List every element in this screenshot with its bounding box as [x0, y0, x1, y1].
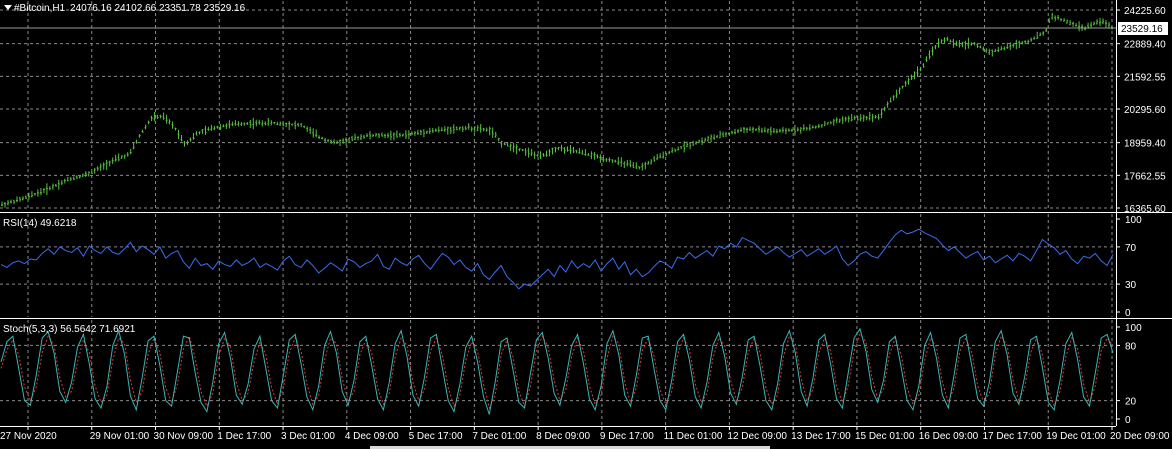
- osc-tick-label: 20: [1125, 397, 1137, 408]
- time-tick-label: 5 Dec 17:00: [409, 431, 463, 442]
- time-tick-label: 11 Dec 01:00: [664, 431, 723, 442]
- time-tick-label: 12 Dec 09:00: [727, 431, 787, 442]
- time-tick-label: 1 Dec 17:00: [217, 431, 271, 442]
- trading-chart[interactable]: #Bitcoin,H1 24076.16 24102.66 23351.78 2…: [0, 0, 1172, 449]
- rsi-title: RSI(14) 49.6218: [3, 218, 77, 229]
- price-tick-label: 17662.55: [1124, 171, 1166, 182]
- osc-tick-label: 100: [1125, 323, 1142, 334]
- symbol-label: #Bitcoin,H1: [14, 3, 66, 14]
- osc-tick-label: 100: [1125, 215, 1142, 226]
- time-tick-label: 7 Dec 01:00: [472, 431, 526, 442]
- time-tick-label: 8 Dec 09:00: [536, 431, 590, 442]
- price-tick-label: 22889.40: [1124, 40, 1166, 51]
- price-tick-label: 21592.55: [1124, 72, 1166, 83]
- time-tick-label: 4 Dec 09:00: [345, 431, 399, 442]
- osc-tick-label: 30: [1125, 280, 1137, 291]
- current-price-tag: 23529.16: [1118, 22, 1168, 35]
- osc-tick-label: 0: [1125, 415, 1131, 426]
- price-tick-label: 20295.60: [1124, 105, 1166, 116]
- osc-tick-label: 70: [1125, 243, 1137, 254]
- time-tick-label: 17 Dec 17:00: [982, 431, 1042, 442]
- current-price-label: 23529.16: [1121, 24, 1163, 35]
- stoch-title: Stoch(5,3,3) 56.5642 71.6921: [3, 324, 136, 335]
- time-tick-label: 29 Nov 01:00: [90, 431, 150, 442]
- time-tick-label: 9 Dec 17:00: [600, 431, 654, 442]
- time-tick-label: 3 Dec 01:00: [281, 431, 335, 442]
- ohlc-header: 24076.16 24102.66 23351.78 23529.16: [70, 3, 246, 14]
- osc-tick-label: 80: [1125, 341, 1137, 352]
- time-tick-label: 30 Nov 09:00: [154, 431, 214, 442]
- time-tick-label: 15 Dec 01:00: [855, 431, 915, 442]
- time-tick-label: 20 Dec 09:00: [1110, 431, 1170, 442]
- price-tick-label: 16365.60: [1124, 204, 1166, 215]
- time-tick-label: 13 Dec 17:00: [791, 431, 851, 442]
- price-title: #Bitcoin,H1 24076.16 24102.66 23351.78 2…: [4, 3, 246, 14]
- time-tick-label: 19 Dec 01:00: [1046, 431, 1106, 442]
- price-tick-label: 18959.40: [1124, 139, 1166, 150]
- price-tick-label: 24225.60: [1124, 6, 1166, 17]
- osc-tick-label: 0: [1125, 308, 1131, 319]
- time-tick-label: 27 Nov 2020: [0, 431, 57, 442]
- time-tick-label: 16 Dec 09:00: [919, 431, 979, 442]
